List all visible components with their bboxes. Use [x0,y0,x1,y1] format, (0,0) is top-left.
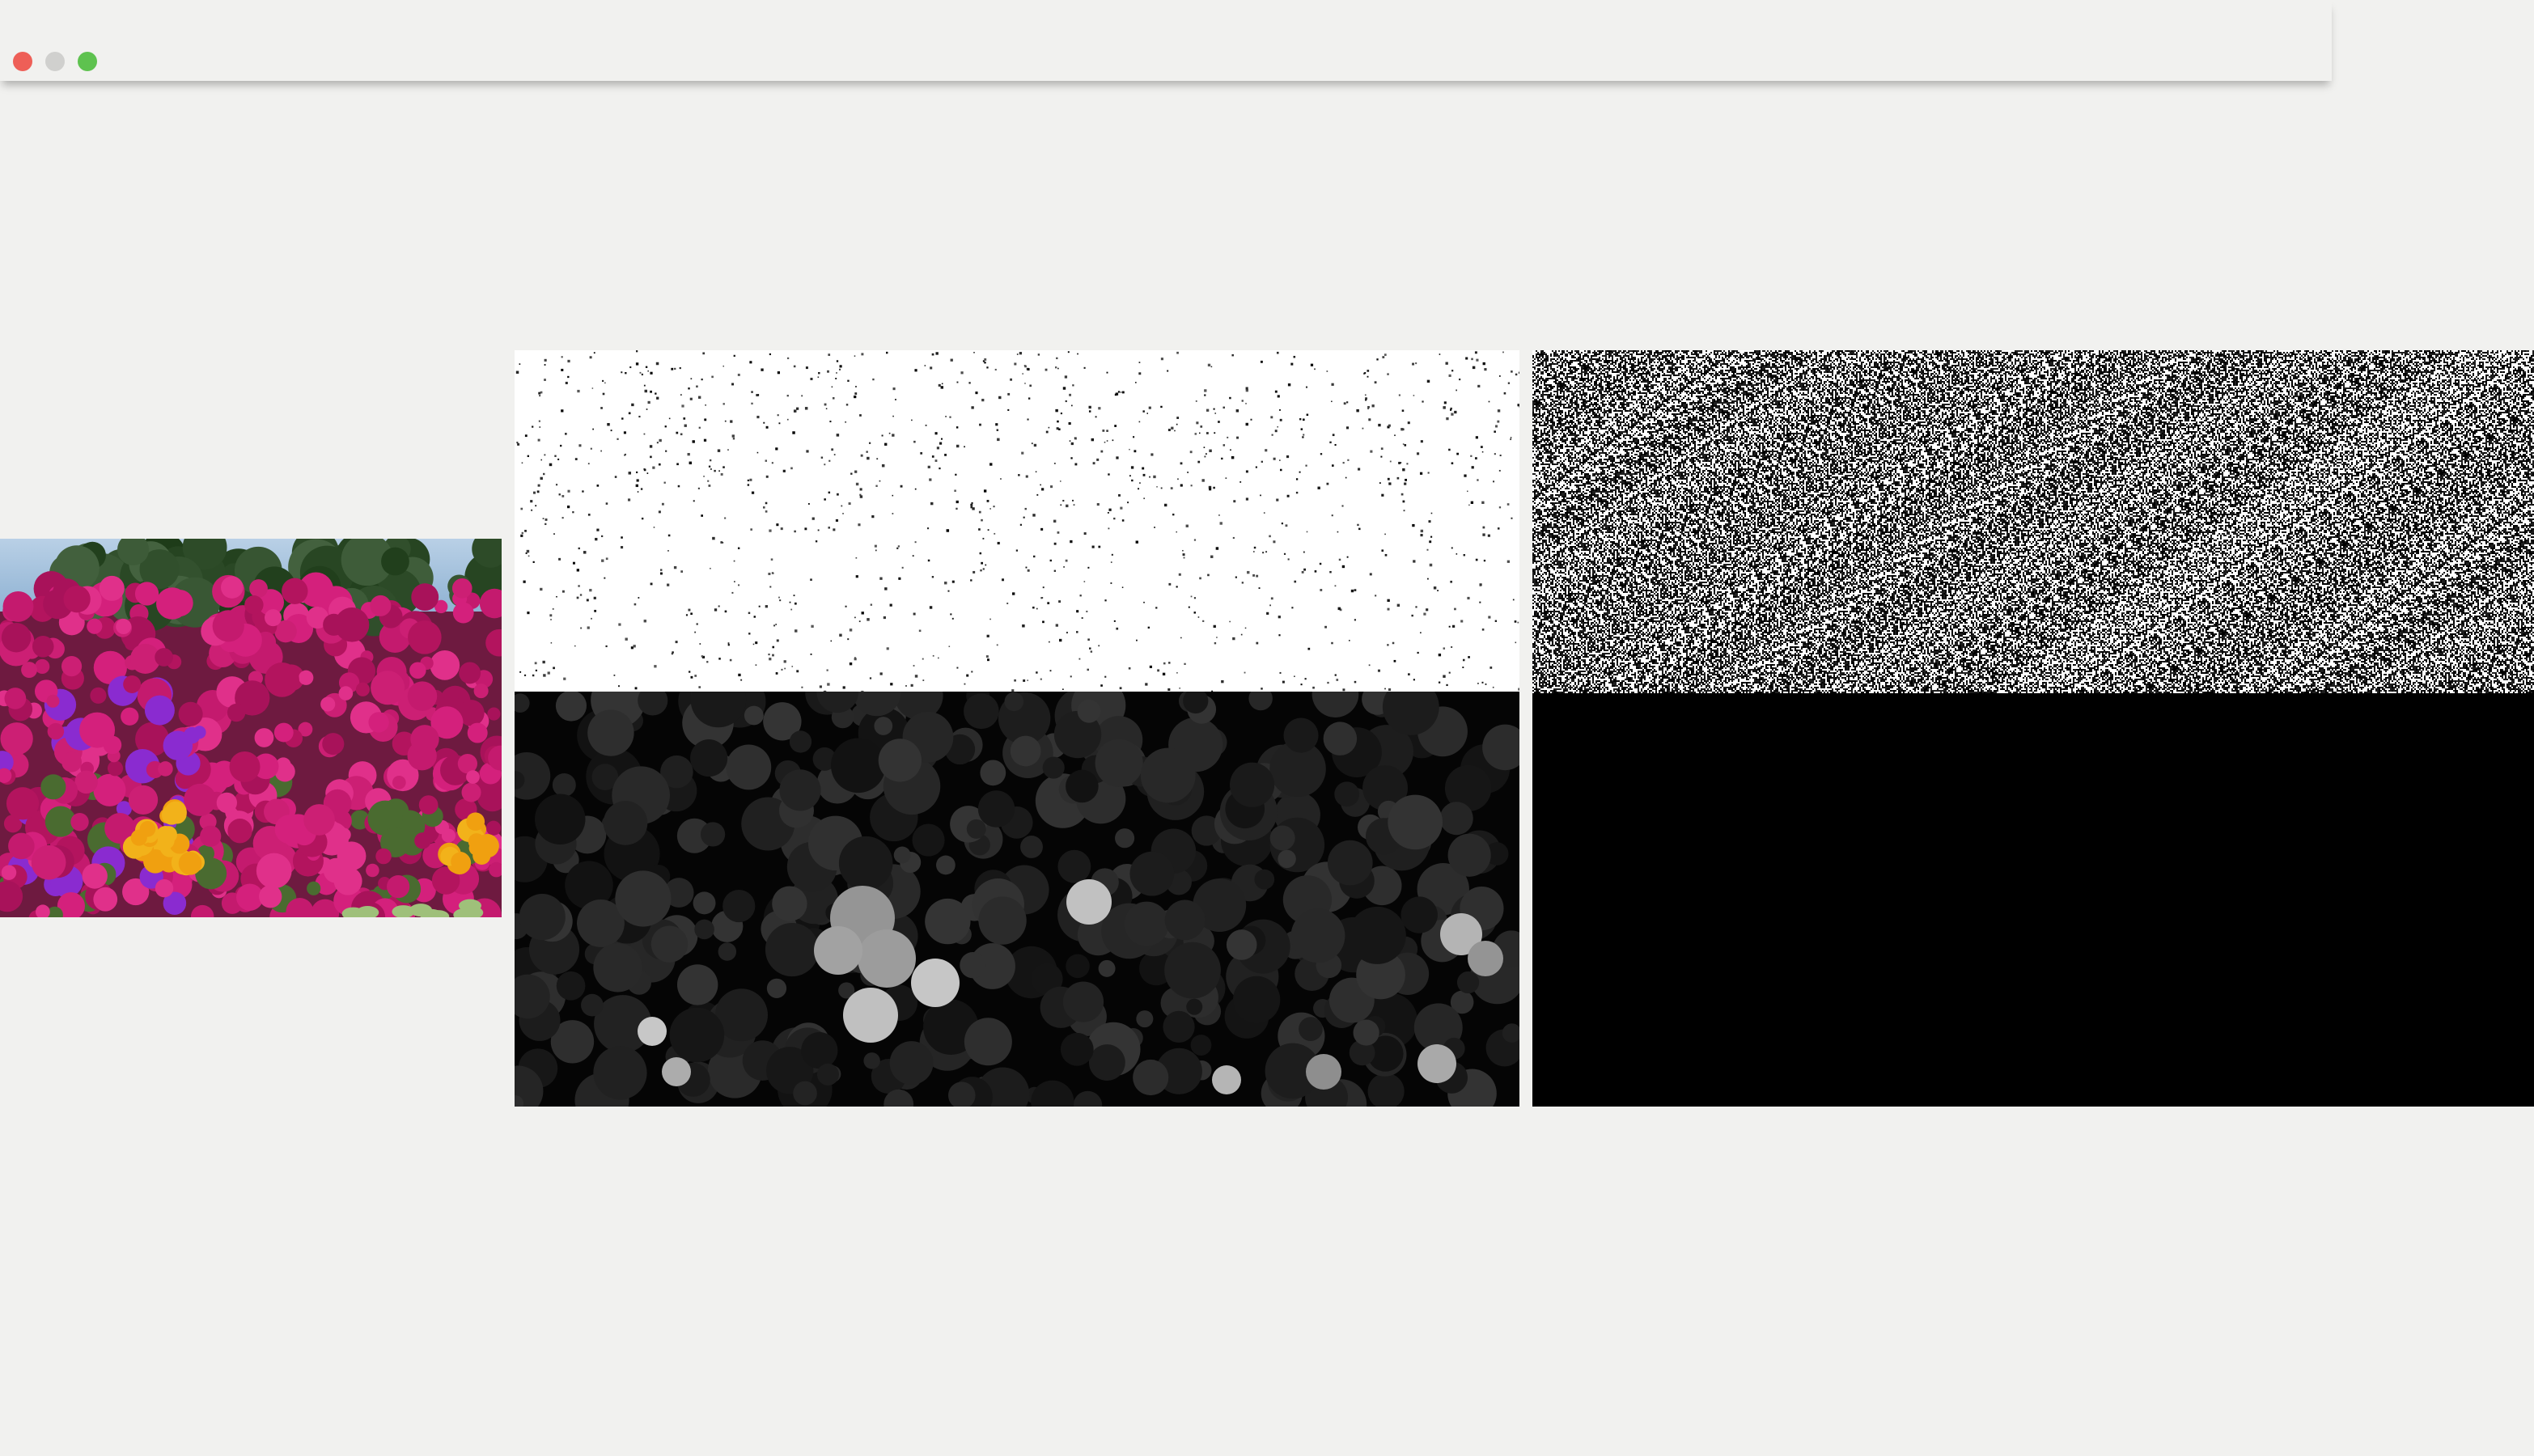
original-image [0,539,502,917]
title-bar [0,0,2332,81]
sparse-speckle-image [515,350,1519,693]
minimize-dot-icon[interactable] [45,52,65,71]
app-window [0,0,2534,1456]
close-dot-icon[interactable] [13,52,32,71]
noise-image [1532,350,2534,693]
maximize-dot-icon[interactable] [78,52,97,71]
grayscale-image [515,692,1519,1107]
black-image [1532,693,2534,1107]
